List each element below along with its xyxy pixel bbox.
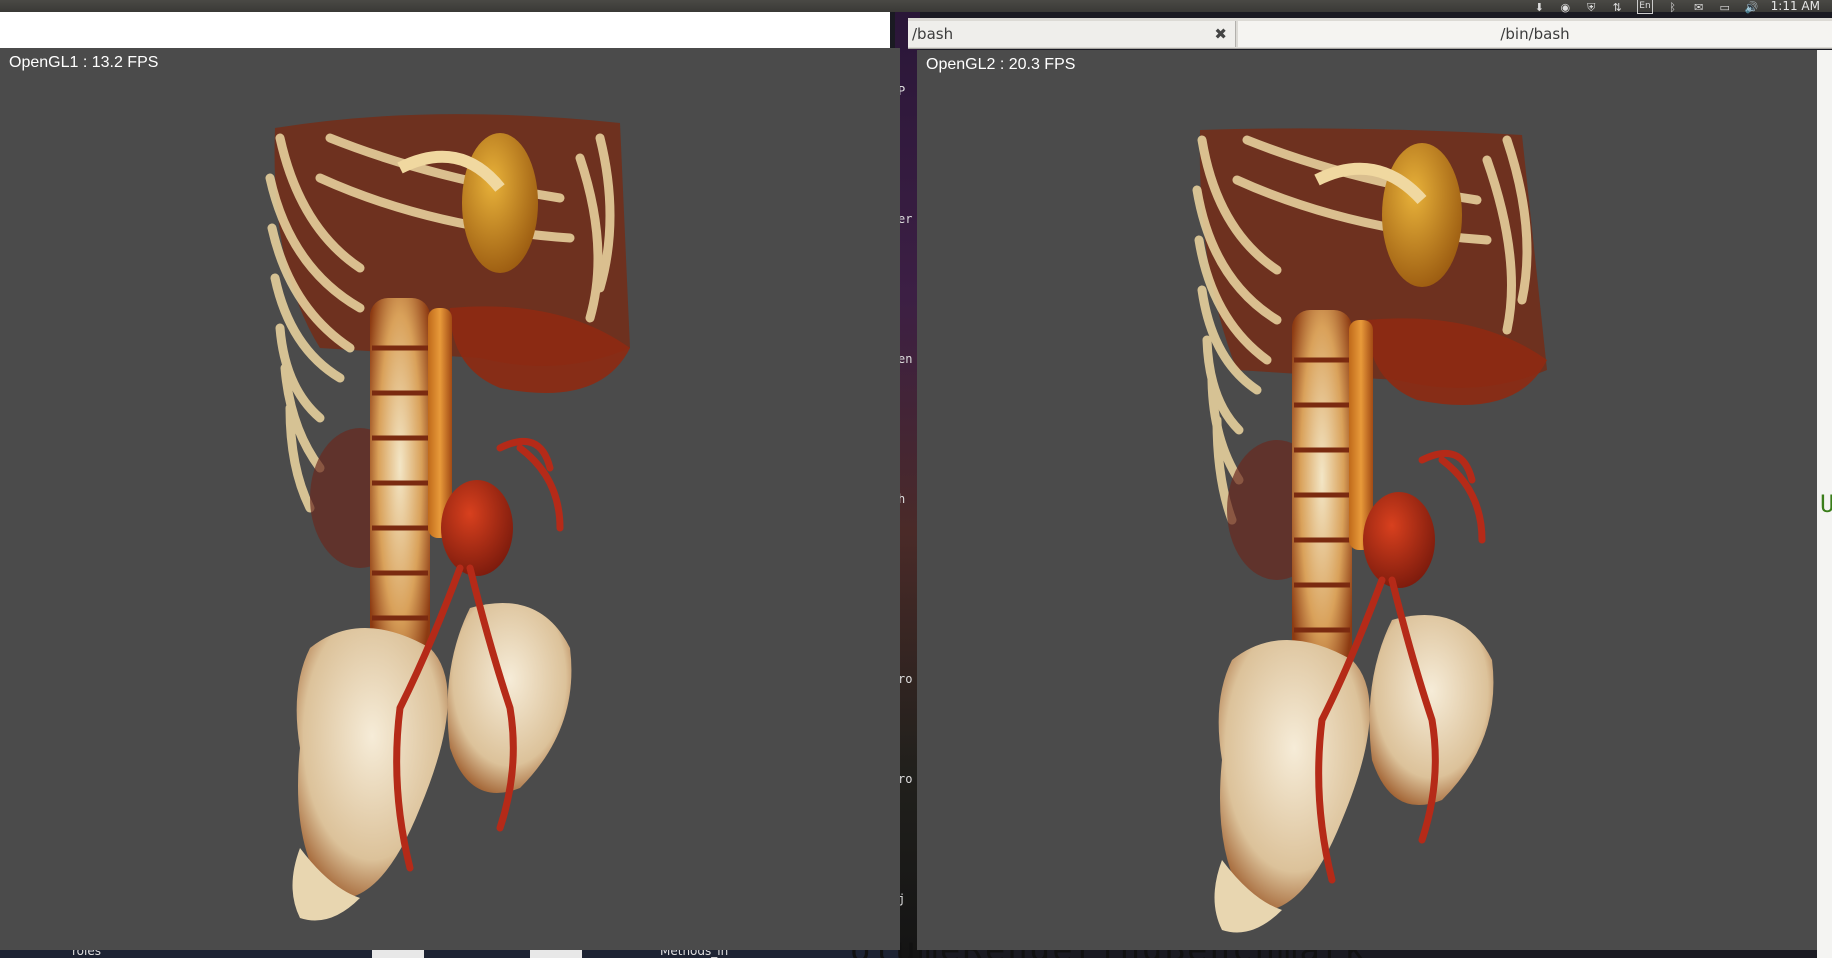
bluetooth-icon[interactable]: ᛒ [1667,1,1679,14]
terminal-edge: U [1817,50,1832,958]
system-tray: ⬇ ◉ ⛨ ⇅ En ᛒ ✉ ▭ 🔊 1:11 AM [1533,0,1820,14]
tab-label: /bash [912,25,954,43]
left-window-titlebar[interactable] [0,12,890,48]
pelvis [292,603,572,921]
mail-icon[interactable]: ✉ [1693,1,1705,14]
tab-bash[interactable]: /bash ✖ [908,21,1236,47]
system-top-bar: ⬇ ◉ ⛨ ⇅ En ᛒ ✉ ▭ 🔊 1:11 AM [0,0,1832,14]
background-text: er [898,212,913,226]
volume-render-torso [265,114,630,921]
system-clock[interactable]: 1:11 AM [1771,0,1820,13]
volume-icon[interactable]: 🔊 [1745,1,1759,14]
close-icon[interactable]: ✖ [1214,21,1227,47]
background-text: ro [898,772,913,786]
terminal-tab-bar: /bash ✖ /bin/bash [908,18,1832,49]
chrome-icon[interactable]: ◉ [1559,1,1571,14]
opengl2-viewport[interactable]: OpenGL2 : 20.3 FPS [917,50,1817,950]
volume-render-torso [1192,128,1547,933]
background-text: U [1820,490,1832,518]
background-text: en [898,352,913,366]
network-icon[interactable]: ⇅ [1611,1,1623,14]
tab-label: /bin/bash [1500,25,1570,43]
keyboard-layout-indicator[interactable]: En [1637,0,1653,14]
tab-bin-bash[interactable]: /bin/bash [1238,21,1832,47]
background-text: ro [898,672,913,686]
opengl1-viewport[interactable]: OpenGL1 : 13.2 FPS [0,48,900,950]
pelvis [1214,615,1494,933]
battery-icon[interactable]: ▭ [1719,1,1731,14]
shield-icon[interactable]: ⛨ [1585,1,1597,14]
download-icon[interactable]: ⬇ [1533,1,1545,14]
